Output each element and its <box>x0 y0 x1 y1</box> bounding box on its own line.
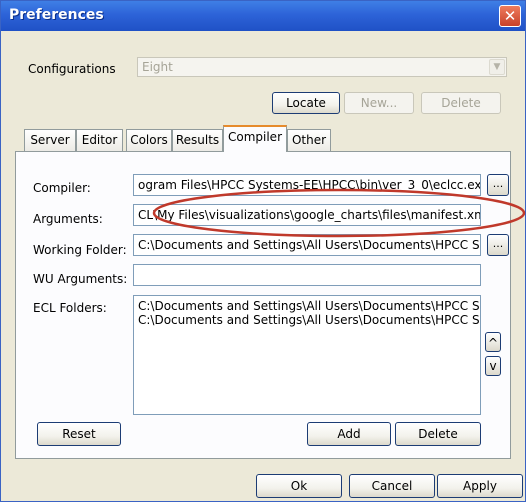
ok-button[interactable]: Ok <box>256 474 342 498</box>
add-button[interactable]: Add <box>307 422 391 446</box>
apply-button[interactable]: Apply <box>437 474 523 498</box>
chevron-down-icon[interactable]: ▼ <box>489 59 505 75</box>
compiler-browse-button[interactable]: ... <box>487 174 509 196</box>
config-delete-button[interactable]: Delete <box>421 92 501 114</box>
tab-editor[interactable]: Editor <box>76 129 123 151</box>
ecl-folders-label: ECL Folders: <box>33 301 107 315</box>
wu-arguments-input[interactable] <box>133 264 481 286</box>
configurations-selected-value: Eight <box>142 60 173 74</box>
window-title: Preferences <box>9 7 104 23</box>
chevron-down-icon: v <box>489 359 497 373</box>
move-up-button[interactable]: ^ <box>485 332 501 352</box>
configurations-label: Configurations <box>28 62 116 76</box>
compiler-path-input[interactable]: ogram Files\HPCC Systems-EE\HPCC\bin\ver… <box>133 174 481 196</box>
reset-button[interactable]: Reset <box>37 422 121 446</box>
chevron-up-icon: ^ <box>487 336 499 350</box>
working-folder-browse-button[interactable]: ... <box>487 234 509 256</box>
tab-other[interactable]: Other <box>287 129 331 151</box>
close-button[interactable]: ✕ <box>499 5 521 27</box>
title-bar[interactable]: Preferences ✕ <box>1 1 525 31</box>
tab-results[interactable]: Results <box>172 129 223 151</box>
move-down-button[interactable]: v <box>485 356 501 376</box>
arguments-input[interactable]: CL\My Files\visualizations\google_charts… <box>133 204 481 226</box>
compiler-label: Compiler: <box>33 181 91 195</box>
new-button[interactable]: New... <box>344 92 414 114</box>
preferences-dialog: Preferences ✕ Configurations Eight ▼ Loc… <box>0 0 526 502</box>
locate-button[interactable]: Locate <box>272 92 340 114</box>
arguments-label: Arguments: <box>33 212 103 226</box>
list-item[interactable]: C:\Documents and Settings\All Users\Docu… <box>138 299 480 313</box>
list-item[interactable]: C:\Documents and Settings\All Users\Docu… <box>138 313 480 327</box>
working-folder-input[interactable]: C:\Documents and Settings\All Users\Docu… <box>133 234 481 256</box>
wu-arguments-label: WU Arguments: <box>33 272 128 286</box>
ecl-folders-list[interactable]: C:\Documents and Settings\All Users\Docu… <box>133 295 481 415</box>
ecl-folder-delete-button[interactable]: Delete <box>395 422 481 446</box>
tab-colors[interactable]: Colors <box>126 129 172 151</box>
cancel-button[interactable]: Cancel <box>349 474 435 498</box>
close-icon: ✕ <box>503 7 517 25</box>
configurations-select[interactable]: Eight ▼ <box>137 57 507 77</box>
tab-compiler[interactable]: Compiler <box>223 125 287 152</box>
tab-server[interactable]: Server <box>24 129 76 151</box>
working-folder-label: Working Folder: <box>33 243 127 257</box>
